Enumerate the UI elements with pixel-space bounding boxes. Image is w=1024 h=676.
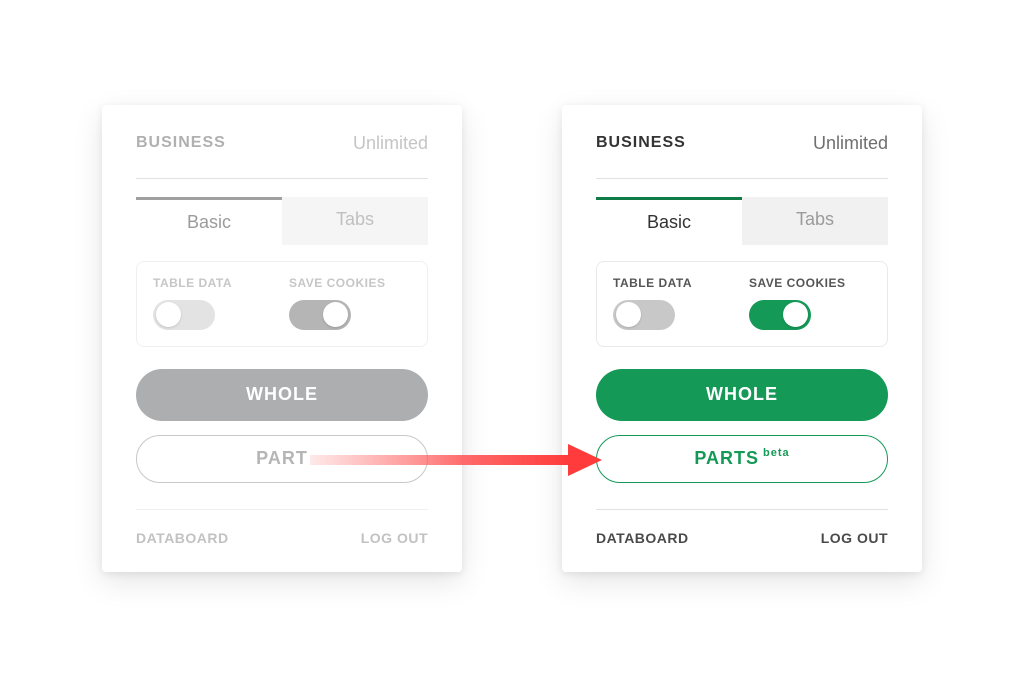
toggle-save-cookies-switch[interactable]: [749, 300, 811, 330]
plan-label: Unlimited: [813, 133, 888, 154]
divider: [136, 178, 428, 179]
toggle-table-data-label: TABLE DATA: [613, 276, 735, 290]
card-footer: DATABOARD LOG OUT: [136, 530, 428, 546]
toggles-panel: TABLE DATA SAVE COOKIES: [136, 261, 428, 347]
divider: [136, 509, 428, 510]
logout-link[interactable]: LOG OUT: [361, 530, 428, 546]
toggle-table-data-switch[interactable]: [613, 300, 675, 330]
tab-tabs[interactable]: Tabs: [282, 197, 428, 245]
card-business-active: BUSINESS Unlimited Basic Tabs TABLE DATA…: [562, 105, 922, 572]
divider: [596, 509, 888, 510]
brand-label: BUSINESS: [136, 134, 226, 152]
tab-tabs[interactable]: Tabs: [742, 197, 888, 245]
databoard-link[interactable]: DATABOARD: [136, 530, 229, 546]
brand-label: BUSINESS: [596, 134, 686, 152]
card-header: BUSINESS Unlimited: [596, 133, 888, 154]
toggle-save-cookies-label: SAVE COOKIES: [289, 276, 411, 290]
databoard-link[interactable]: DATABOARD: [596, 530, 689, 546]
tabs: Basic Tabs: [596, 197, 888, 245]
toggle-table-data-label: TABLE DATA: [153, 276, 275, 290]
parts-button[interactable]: PARTS beta: [596, 435, 888, 483]
card-business-disabled: BUSINESS Unlimited Basic Tabs TABLE DATA…: [102, 105, 462, 572]
toggle-save-cookies: SAVE COOKIES: [289, 276, 411, 330]
toggle-save-cookies-label: SAVE COOKIES: [749, 276, 871, 290]
beta-badge: beta: [763, 447, 790, 459]
toggle-table-data-switch[interactable]: [153, 300, 215, 330]
card-footer: DATABOARD LOG OUT: [596, 530, 888, 546]
parts-button-label: PARTS: [694, 448, 759, 469]
part-button[interactable]: PART: [136, 435, 428, 483]
toggle-save-cookies: SAVE COOKIES: [749, 276, 871, 330]
toggles-panel: TABLE DATA SAVE COOKIES: [596, 261, 888, 347]
toggle-table-data: TABLE DATA: [153, 276, 275, 330]
whole-button[interactable]: WHOLE: [136, 369, 428, 421]
card-header: BUSINESS Unlimited: [136, 133, 428, 154]
tab-basic[interactable]: Basic: [136, 197, 282, 245]
plan-label: Unlimited: [353, 133, 428, 154]
tab-basic[interactable]: Basic: [596, 197, 742, 245]
tabs: Basic Tabs: [136, 197, 428, 245]
toggle-save-cookies-switch[interactable]: [289, 300, 351, 330]
toggle-table-data: TABLE DATA: [613, 276, 735, 330]
divider: [596, 178, 888, 179]
whole-button[interactable]: WHOLE: [596, 369, 888, 421]
logout-link[interactable]: LOG OUT: [821, 530, 888, 546]
